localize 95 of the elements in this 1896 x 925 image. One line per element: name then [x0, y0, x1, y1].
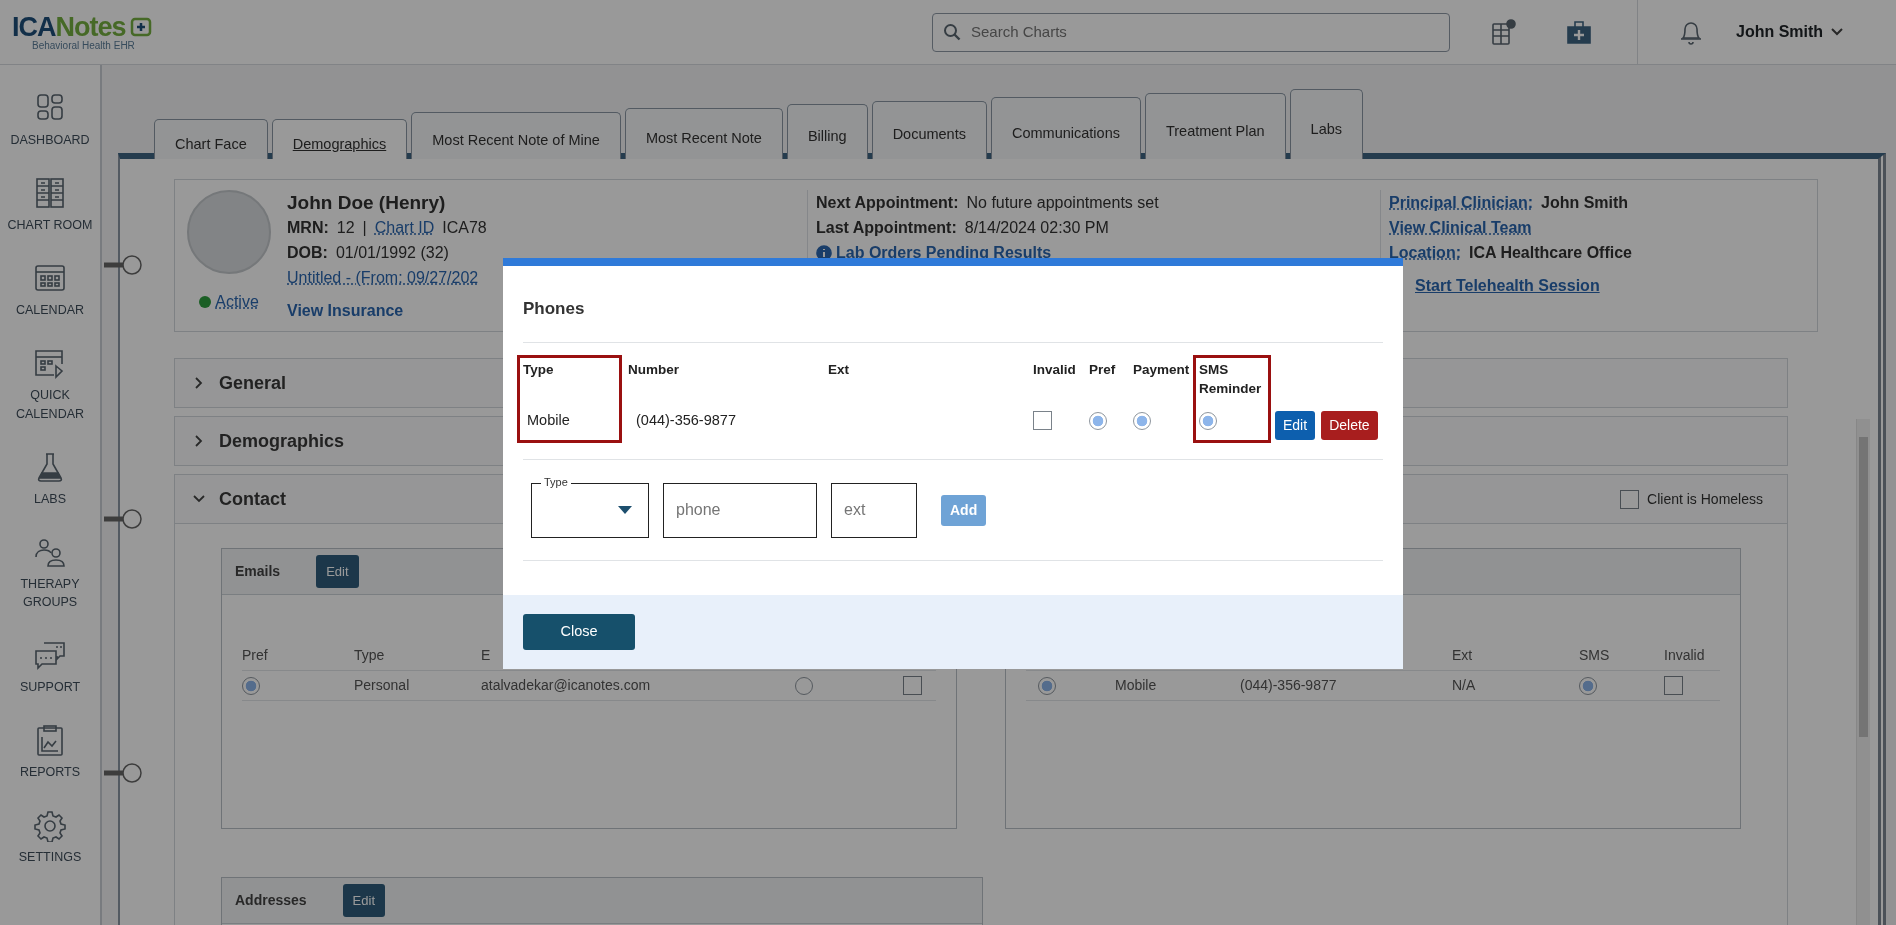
sidebar-item[interactable]: SUPPORT — [2, 638, 98, 697]
search-input[interactable]: Search Charts — [969, 19, 1439, 45]
add-button[interactable]: Add — [941, 494, 987, 526]
chart-id-link[interactable]: Chart ID — [374, 215, 435, 240]
dropdown-arrow-icon — [618, 506, 632, 514]
pref-radio[interactable] — [1089, 411, 1107, 430]
column-header: Type — [523, 360, 554, 379]
sidebar-item[interactable]: QUICK CALENDAR — [2, 346, 98, 423]
patient-name: John Doe (Henry) — [287, 191, 447, 215]
mrn-value: 12 — [336, 218, 355, 238]
column-header: Ext — [828, 360, 849, 379]
tab[interactable]: Communications — [990, 96, 1141, 159]
edit-button[interactable]: Edit — [1275, 410, 1316, 440]
dialog-title: Phones — [522, 298, 586, 320]
column-header: Pref — [242, 641, 354, 671]
next-appointment-value: No future appointments set — [966, 193, 1159, 213]
sms-reminder-radio[interactable] — [1199, 411, 1217, 430]
tab[interactable]: Billing — [786, 104, 868, 159]
tab[interactable]: Most Recent Note — [624, 107, 783, 159]
table-cell: atalvadekar@icanotes.com — [481, 671, 795, 701]
table-cell-text: Mobile — [527, 410, 570, 430]
ext-input[interactable]: ext — [831, 482, 917, 538]
telehealth-link[interactable]: Start Telehealth Session — [1415, 273, 1805, 298]
sidebar-item[interactable]: LABS — [2, 449, 98, 508]
table-cell: Mobile — [1115, 671, 1240, 701]
sidebar-item[interactable]: CALENDAR — [2, 261, 98, 320]
panel-title: Addresses — [235, 891, 307, 910]
search-bar[interactable]: Search Charts — [932, 12, 1450, 52]
homeless-label: Client is Homeless — [1647, 489, 1763, 509]
column-header: Number — [628, 360, 679, 379]
checkbox[interactable] — [903, 676, 922, 695]
panel-title: Emails — [235, 562, 281, 581]
tab[interactable]: Treatment Plan — [1144, 93, 1286, 159]
column-header: Pref — [1089, 360, 1116, 379]
principal-clinician-link[interactable]: Principal Clinician: — [1389, 190, 1534, 215]
dob-label: DOB: — [287, 243, 328, 263]
scrollbar[interactable] — [1856, 419, 1870, 925]
sms-radio[interactable] — [1579, 676, 1597, 695]
episode-link[interactable]: Untitled - (From: 09/27/202 — [287, 265, 487, 290]
mrn-label: MRN: — [287, 218, 329, 238]
table-cell: Personal — [354, 671, 481, 701]
dob-value: 01/01/1992 (32) — [335, 243, 449, 263]
insurance-link[interactable]: View Insurance — [287, 298, 487, 323]
separator: | — [362, 218, 367, 238]
user-menu[interactable]: John Smith — [1736, 20, 1844, 44]
sidebar-item[interactable]: SETTINGS — [2, 808, 98, 867]
tab[interactable]: Chart Face — [154, 119, 268, 159]
location-name: ICA Healthcare Office — [1469, 243, 1632, 263]
status-dot — [199, 296, 212, 308]
chart-id-value: ICA78 — [442, 218, 487, 238]
invalid-checkbox[interactable] — [1033, 411, 1052, 430]
table-cell: N/A — [1452, 671, 1579, 701]
column-header: SMS Reminder — [1199, 360, 1263, 398]
table-cell: (044)-356-9877 — [1240, 671, 1452, 701]
logo-subtitle: Behavioral Health EHR — [32, 40, 136, 51]
settings-icon — [32, 808, 68, 843]
caret-icon — [1831, 28, 1844, 36]
sidebar-item[interactable]: CHART ROOM — [2, 176, 98, 235]
payment-radio[interactable] — [1133, 411, 1151, 430]
column-header: Invalid — [1033, 360, 1076, 379]
clinical-team-link[interactable]: View Clinical Team — [1389, 215, 1805, 240]
close-button[interactable]: Close — [523, 613, 635, 650]
location-link[interactable]: Location: — [1389, 240, 1461, 265]
column-header: SMS — [1579, 641, 1664, 671]
sidebar-item[interactable]: REPORTS — [2, 723, 98, 782]
invalid-checkbox[interactable] — [1664, 676, 1683, 695]
phone-input[interactable]: phone — [663, 482, 817, 538]
edit-button[interactable]: Edit — [316, 554, 359, 589]
edit-button[interactable]: Edit — [342, 883, 385, 918]
tab[interactable]: Demographics — [271, 119, 408, 159]
search-icon — [943, 23, 961, 41]
last-appointment-value: 8/14/2024 02:30 PM — [964, 218, 1109, 238]
clinician-name: John Smith — [1541, 193, 1629, 213]
pref-radio[interactable] — [242, 676, 260, 695]
last-appointment-label: Last Appointment: — [816, 218, 957, 238]
radio-button[interactable] — [795, 676, 813, 695]
column-header: Type — [354, 641, 481, 671]
homeless-checkbox[interactable] — [1620, 489, 1640, 509]
plus-note-icon — [129, 17, 152, 37]
delete-button[interactable]: Delete — [1321, 410, 1378, 440]
table-cell-text: (044)-356-9877 — [636, 410, 736, 430]
column-header: Invalid — [1664, 641, 1720, 671]
sidebar-item[interactable]: DASHBOARD — [2, 91, 98, 150]
pref-radio[interactable] — [1038, 676, 1056, 695]
tab[interactable]: Documents — [871, 100, 987, 159]
column-header: Payment — [1133, 360, 1190, 379]
grid-gear-icon[interactable] — [1490, 18, 1516, 46]
next-appointment-label: Next Appointment: — [816, 193, 959, 213]
medical-kit-icon[interactable] — [1566, 19, 1592, 45]
status-link[interactable]: Active — [215, 290, 259, 314]
tab[interactable]: Labs — [1289, 89, 1363, 159]
sidebar-item[interactable]: THERAPY GROUPS — [2, 534, 98, 611]
tab[interactable]: Most Recent Note of Mine — [411, 111, 621, 159]
column-header: Ext — [1452, 641, 1579, 671]
logo-text: ICANotes — [12, 13, 126, 41]
